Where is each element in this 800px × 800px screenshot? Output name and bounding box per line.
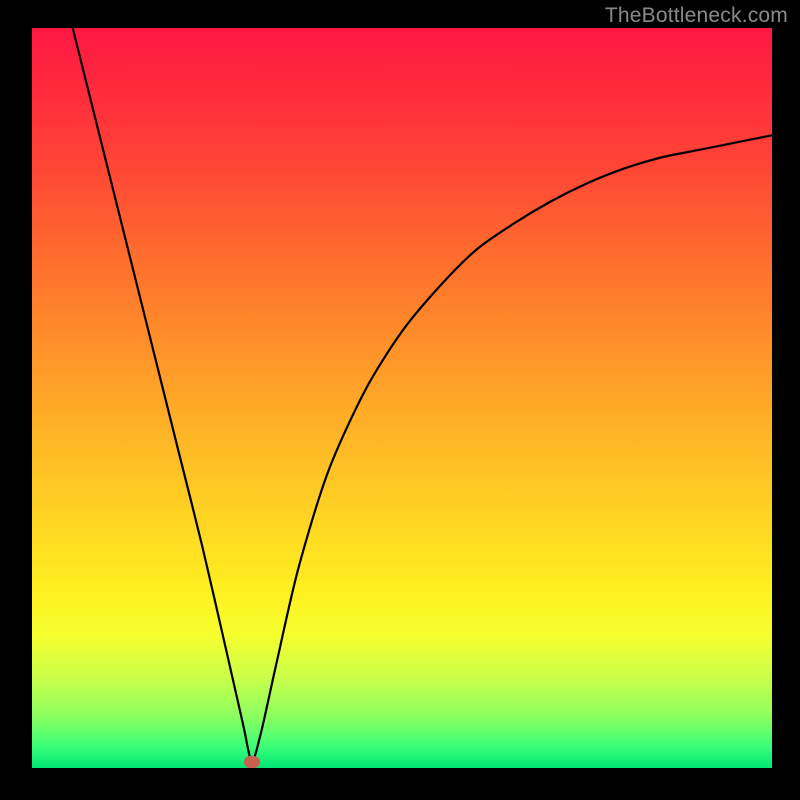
bottleneck-curve [32, 28, 772, 768]
watermark-text: TheBottleneck.com [605, 4, 788, 28]
optimum-marker [244, 756, 260, 768]
plot-area [32, 28, 772, 768]
chart-stage: TheBottleneck.com [0, 0, 800, 800]
